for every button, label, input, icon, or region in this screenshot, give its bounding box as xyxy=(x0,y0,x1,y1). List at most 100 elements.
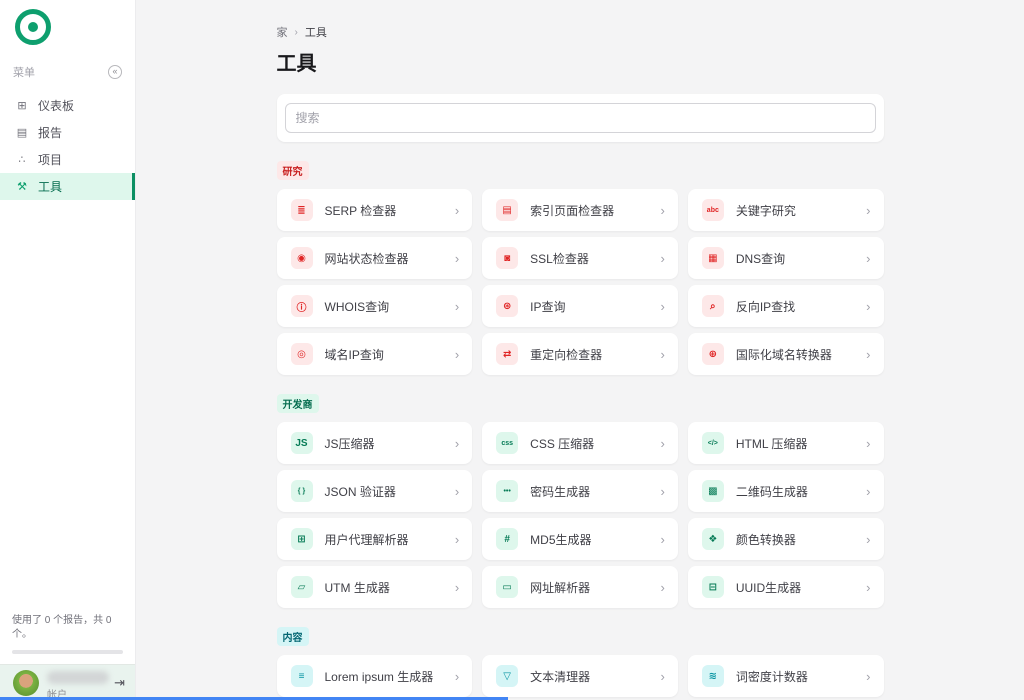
sidebar: 菜单 « ⊞ 仪表板 ▤ 报告 ∴ 项目 ⚒ 工具 使用了 0 个报告，共 0 … xyxy=(0,0,136,700)
tool-card[interactable]: ▱ UTM 生成器 › xyxy=(277,566,473,608)
md5-hash-icon: # xyxy=(496,528,518,550)
url-parser-icon: ▭ xyxy=(496,576,518,598)
reports-document-icon: ▤ xyxy=(15,126,29,139)
chevron-right-icon: › xyxy=(660,203,664,218)
tool-card[interactable]: ◎ 域名IP查询 › xyxy=(277,333,473,375)
chevron-right-icon: › xyxy=(660,299,664,314)
sidebar-nav: ⊞ 仪表板 ▤ 报告 ∴ 项目 ⚒ 工具 xyxy=(0,92,135,200)
usage-progress-bar xyxy=(12,650,123,654)
word-density-icon: ≋ xyxy=(702,665,724,687)
section-badge: 内容 xyxy=(277,627,309,646)
ssl-lock-icon: ◙ xyxy=(496,247,518,269)
tool-card[interactable]: ••• 密码生成器 › xyxy=(482,470,678,512)
ip-lookup-globe-icon: ⊛ xyxy=(496,295,518,317)
chevron-right-icon: › xyxy=(660,484,664,499)
tool-card[interactable]: JS JS压缩器 › xyxy=(277,422,473,464)
user-agent-window-icon: ⊞ xyxy=(291,528,313,550)
chevron-right-icon: › xyxy=(660,251,664,266)
tool-label: UUID生成器 xyxy=(736,579,801,596)
sidebar-spacer xyxy=(0,200,135,614)
chevron-right-icon: › xyxy=(660,580,664,595)
breadcrumb: 家 › 工具 xyxy=(277,24,884,40)
tool-label: Lorem ipsum 生成器 xyxy=(325,668,434,685)
tool-label: 网址解析器 xyxy=(530,579,590,596)
chevron-right-icon: › xyxy=(455,299,459,314)
html-minifier-icon: </> xyxy=(702,432,724,454)
main-area: 家 › 工具 工具 研究 ≣ SERP 检查器 › ▤ 索引页面检查器 › ab… xyxy=(136,0,1024,700)
tool-label: 国际化域名转换器 xyxy=(736,346,832,363)
chevron-right-icon: › xyxy=(660,532,664,547)
tool-card[interactable]: ▦ DNS查询 › xyxy=(688,237,884,279)
sidebar-item-reports[interactable]: ▤ 报告 xyxy=(0,119,135,146)
lorem-ipsum-text-icon: ≡ xyxy=(291,665,313,687)
account-button[interactable]: 帐户 ⇥ xyxy=(0,664,135,700)
json-validator-icon: { } xyxy=(291,480,313,502)
chevron-right-icon: › xyxy=(866,251,870,266)
tool-card[interactable]: # MD5生成器 › xyxy=(482,518,678,560)
projects-share-icon: ∴ xyxy=(15,153,29,166)
logout-icon[interactable]: ⇥ xyxy=(114,675,125,691)
tool-card[interactable]: ⌕ 反向IP查找 › xyxy=(688,285,884,327)
chevron-right-icon: › xyxy=(455,532,459,547)
tool-label: SERP 检查器 xyxy=(325,202,397,219)
tool-card[interactable]: ▤ 索引页面检查器 › xyxy=(482,189,678,231)
tool-card[interactable]: ◉ 网站状态检查器 › xyxy=(277,237,473,279)
menu-label: 菜单 xyxy=(13,64,35,80)
serp-checker-icon: ≣ xyxy=(291,199,313,221)
section-badge: 研究 xyxy=(277,161,309,180)
tool-card[interactable]: ⓘ WHOIS查询 › xyxy=(277,285,473,327)
dashboard-grid-icon: ⊞ xyxy=(15,99,29,112)
sidebar-item-tools[interactable]: ⚒ 工具 xyxy=(0,173,135,200)
tool-card[interactable]: ▩ 二维码生成器 › xyxy=(688,470,884,512)
tool-label: 反向IP查找 xyxy=(736,298,795,315)
tool-card[interactable]: abc 关键字研究 › xyxy=(688,189,884,231)
chevron-right-icon: › xyxy=(455,669,459,684)
sidebar-item-projects[interactable]: ∴ 项目 xyxy=(0,146,135,173)
tool-label: 重定向检查器 xyxy=(530,346,602,363)
tool-section: 研究 ≣ SERP 检查器 › ▤ 索引页面检查器 › abc 关键字研究 › … xyxy=(277,142,884,375)
tool-card[interactable]: ❖ 颜色转换器 › xyxy=(688,518,884,560)
chevron-right-icon: › xyxy=(455,484,459,499)
usage-summary: 使用了 0 个报告，共 0 个。 xyxy=(0,614,135,641)
tool-card[interactable]: ≣ SERP 检查器 › xyxy=(277,189,473,231)
app-logo-icon[interactable] xyxy=(15,9,51,45)
color-converter-icon: ❖ xyxy=(702,528,724,550)
tool-card[interactable]: { } JSON 验证器 › xyxy=(277,470,473,512)
tool-card[interactable]: </> HTML 压缩器 › xyxy=(688,422,884,464)
sidebar-item-dashboard[interactable]: ⊞ 仪表板 xyxy=(0,92,135,119)
tool-card[interactable]: ⇄ 重定向检查器 › xyxy=(482,333,678,375)
qr-code-icon: ▩ xyxy=(702,480,724,502)
tool-grid: ≡ Lorem ipsum 生成器 › ▽ 文本清理器 › ≋ 词密度计数器 ›… xyxy=(277,655,884,700)
tool-label: UTM 生成器 xyxy=(325,579,390,596)
sidebar-item-label: 仪表板 xyxy=(38,97,74,114)
tool-card[interactable]: ▭ 网址解析器 › xyxy=(482,566,678,608)
breadcrumb-home-link[interactable]: 家 xyxy=(277,24,288,40)
tool-card[interactable]: css CSS 压缩器 › xyxy=(482,422,678,464)
tool-card[interactable]: ◙ SSL检查器 › xyxy=(482,237,678,279)
tool-card[interactable]: ⊛ IP查询 › xyxy=(482,285,678,327)
domain-ip-target-icon: ◎ xyxy=(291,343,313,365)
tool-card[interactable]: ≡ Lorem ipsum 生成器 › xyxy=(277,655,473,697)
utm-tag-icon: ▱ xyxy=(291,576,313,598)
chevron-right-icon: › xyxy=(660,347,664,362)
tool-section: 开发商 JS JS压缩器 › css CSS 压缩器 › </> HTML 压缩… xyxy=(277,375,884,608)
tool-card[interactable]: ⊟ UUID生成器 › xyxy=(688,566,884,608)
tool-label: 用户代理解析器 xyxy=(325,531,409,548)
tool-label: JSON 验证器 xyxy=(325,483,396,500)
tool-card[interactable]: ⊞ 用户代理解析器 › xyxy=(277,518,473,560)
css-minifier-icon: css xyxy=(496,432,518,454)
redirect-checker-icon: ⇄ xyxy=(496,343,518,365)
search-input[interactable] xyxy=(285,103,876,133)
tool-card[interactable]: ⊕ 国际化域名转换器 › xyxy=(688,333,884,375)
sidebar-item-label: 报告 xyxy=(38,124,62,141)
sidebar-collapse-icon[interactable]: « xyxy=(108,65,122,79)
tool-label: SSL检查器 xyxy=(530,250,589,267)
tool-card[interactable]: ▽ 文本清理器 › xyxy=(482,655,678,697)
chevron-right-icon: › xyxy=(866,580,870,595)
tool-card[interactable]: ≋ 词密度计数器 › xyxy=(688,655,884,697)
breadcrumb-current: 工具 xyxy=(305,24,327,40)
chevron-right-icon: › xyxy=(660,436,664,451)
tool-label: 密码生成器 xyxy=(530,483,590,500)
tool-label: WHOIS查询 xyxy=(325,298,390,315)
tool-label: IP查询 xyxy=(530,298,565,315)
